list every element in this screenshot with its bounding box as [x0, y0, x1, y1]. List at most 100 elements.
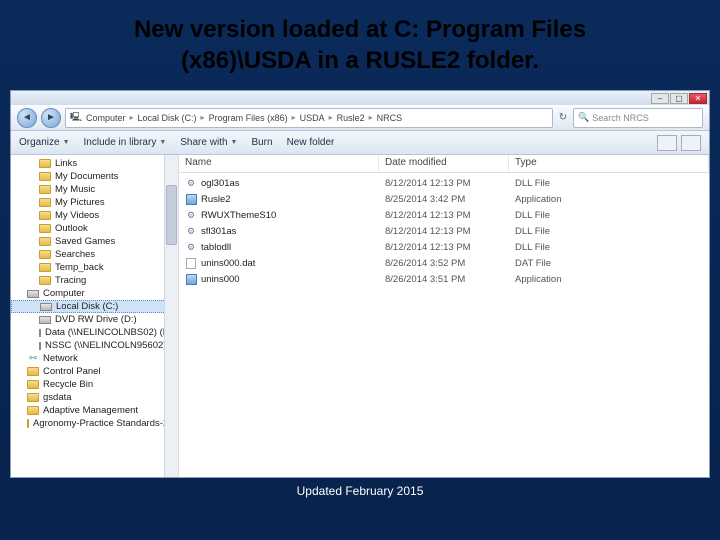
tree-item[interactable]: ⚯ Network [11, 352, 178, 365]
tree-item[interactable]: Temp_back [11, 261, 178, 274]
file-name: Rusle2 [201, 194, 231, 205]
close-button[interactable]: ✕ [689, 93, 707, 104]
fold-icon [39, 224, 51, 233]
column-headers: Name Date modified Type [179, 155, 709, 173]
column-name[interactable]: Name [179, 155, 379, 172]
breadcrumb[interactable]: Rusle2 [337, 113, 373, 123]
view-button[interactable] [657, 135, 677, 151]
tree-item[interactable]: Searches [11, 248, 178, 261]
tree-item-label: My Pictures [55, 197, 105, 208]
share-menu[interactable]: Share with▼ [180, 137, 237, 148]
tree-item[interactable]: Outlook [11, 222, 178, 235]
tree-item[interactable]: My Videos [11, 209, 178, 222]
file-row[interactable]: unins000 8/26/2014 3:51 PMApplication [179, 271, 709, 287]
tree-item-label: Control Panel [43, 366, 101, 377]
file-list-pane: Name Date modified Type ⚙ogl301as8/12/20… [179, 155, 709, 477]
file-rows: ⚙ogl301as8/12/2014 12:13 PMDLL FileRusle… [179, 173, 709, 477]
newfolder-button[interactable]: New folder [287, 137, 335, 148]
tree-item-label: Data (\\NELINCOLNBS02) (F:) [45, 327, 174, 338]
tree-item[interactable]: Recycle Bin [11, 378, 178, 391]
breadcrumb[interactable]: Local Disk (C:) [138, 113, 205, 123]
maximize-button[interactable]: ▢ [670, 93, 688, 104]
tree-item[interactable]: Control Panel [11, 365, 178, 378]
file-name: unins000 [201, 274, 240, 285]
gear-icon: ⚙ [185, 226, 197, 237]
forward-button[interactable]: ► [41, 108, 61, 128]
drv-icon [39, 329, 41, 337]
app-icon [185, 194, 197, 205]
gear-icon: ⚙ [185, 210, 197, 221]
tree-item-label: Recycle Bin [43, 379, 93, 390]
drv-icon [39, 316, 51, 324]
tree-item[interactable]: My Music [11, 183, 178, 196]
tree-item[interactable]: Adaptive Management [11, 404, 178, 417]
tree-item[interactable]: My Pictures [11, 196, 178, 209]
search-placeholder: Search NRCS [592, 113, 649, 123]
tree-item-label: gsdata [43, 392, 72, 403]
tree-item[interactable]: Agronomy-Practice Standards-2014-2015 [11, 417, 178, 430]
tree-item-label: Network [43, 353, 78, 364]
fold-icon [27, 380, 39, 389]
back-button[interactable]: ◄ [17, 108, 37, 128]
file-date: 8/26/2014 3:51 PM [379, 274, 509, 285]
tree-item-label: My Documents [55, 171, 118, 182]
breadcrumb[interactable]: Computer [86, 113, 134, 123]
fold-icon [39, 172, 51, 181]
column-type[interactable]: Type [509, 155, 709, 172]
breadcrumb[interactable]: USDA [300, 113, 333, 123]
file-row[interactable]: ⚙tablodll8/12/2014 12:13 PMDLL File [179, 239, 709, 255]
drv-icon [40, 303, 52, 311]
file-type: Application [509, 194, 709, 205]
slide-title: New version loaded at C: Program Files (… [0, 0, 720, 84]
file-type: DLL File [509, 226, 709, 237]
fold-icon [39, 185, 51, 194]
file-row[interactable]: unins000.dat8/26/2014 3:52 PMDAT File [179, 255, 709, 271]
minimize-button[interactable]: – [651, 93, 669, 104]
drv-icon [39, 342, 41, 350]
tree-item[interactable]: DVD RW Drive (D:) [11, 313, 178, 326]
computer-icon: 🖳 [70, 112, 82, 123]
tree-item-label: Temp_back [55, 262, 104, 273]
file-row[interactable]: Rusle28/25/2014 3:42 PMApplication [179, 191, 709, 207]
tree-item[interactable]: Saved Games [11, 235, 178, 248]
refresh-button[interactable]: ↻ [557, 112, 569, 123]
file-row[interactable]: ⚙RWUXThemeS108/12/2014 12:13 PMDLL File [179, 207, 709, 223]
organize-menu[interactable]: Organize▼ [19, 137, 70, 148]
scrollbar-thumb[interactable] [166, 185, 177, 245]
title-line-2: (x86)\USDA in a RUSLE2 folder. [181, 47, 539, 74]
tree-item[interactable]: NSSC (\\NELINCOLN95602) (S:) [11, 339, 178, 352]
fold-icon [27, 419, 29, 428]
tree-item[interactable]: Links [11, 157, 178, 170]
file-type: Application [509, 274, 709, 285]
breadcrumb-box[interactable]: 🖳 Computer Local Disk (C:) Program Files… [65, 108, 553, 128]
fold-icon [27, 367, 39, 376]
tree-item-label: My Music [55, 184, 95, 195]
search-input[interactable]: 🔍 Search NRCS [573, 108, 703, 128]
tree-item-label: My Videos [55, 210, 99, 221]
file-type: DAT File [509, 258, 709, 269]
tree-item-label: Tracing [55, 275, 86, 286]
help-button[interactable] [681, 135, 701, 151]
tree-item[interactable]: Tracing [11, 274, 178, 287]
tree-item[interactable]: My Documents [11, 170, 178, 183]
tree-item[interactable]: gsdata [11, 391, 178, 404]
tree-item-label: Outlook [55, 223, 88, 234]
tree-item[interactable]: Data (\\NELINCOLNBS02) (F:) [11, 326, 178, 339]
breadcrumb[interactable]: Program Files (x86) [209, 113, 296, 123]
tree-item[interactable]: Computer [11, 287, 178, 300]
nav-tree: LinksMy Documents My Music My Pictures My V… [11, 155, 179, 477]
breadcrumb[interactable]: NRCS [377, 113, 407, 123]
fold-icon [39, 198, 51, 207]
net-icon: ⚯ [27, 353, 39, 364]
drv-icon [27, 290, 39, 298]
column-date[interactable]: Date modified [379, 155, 509, 172]
tree-item[interactable]: Local Disk (C:) [11, 300, 178, 313]
file-row[interactable]: ⚙ogl301as8/12/2014 12:13 PMDLL File [179, 175, 709, 191]
tree-item-label: Agronomy-Practice Standards-2014-2015 [33, 418, 179, 429]
fold-icon [39, 276, 51, 285]
title-line-1: New version loaded at C: Program Files [134, 16, 586, 43]
include-menu[interactable]: Include in library▼ [84, 137, 167, 148]
burn-button[interactable]: Burn [251, 137, 272, 148]
tree-scrollbar[interactable] [164, 155, 178, 477]
file-row[interactable]: ⚙sfl301as8/12/2014 12:13 PMDLL File [179, 223, 709, 239]
